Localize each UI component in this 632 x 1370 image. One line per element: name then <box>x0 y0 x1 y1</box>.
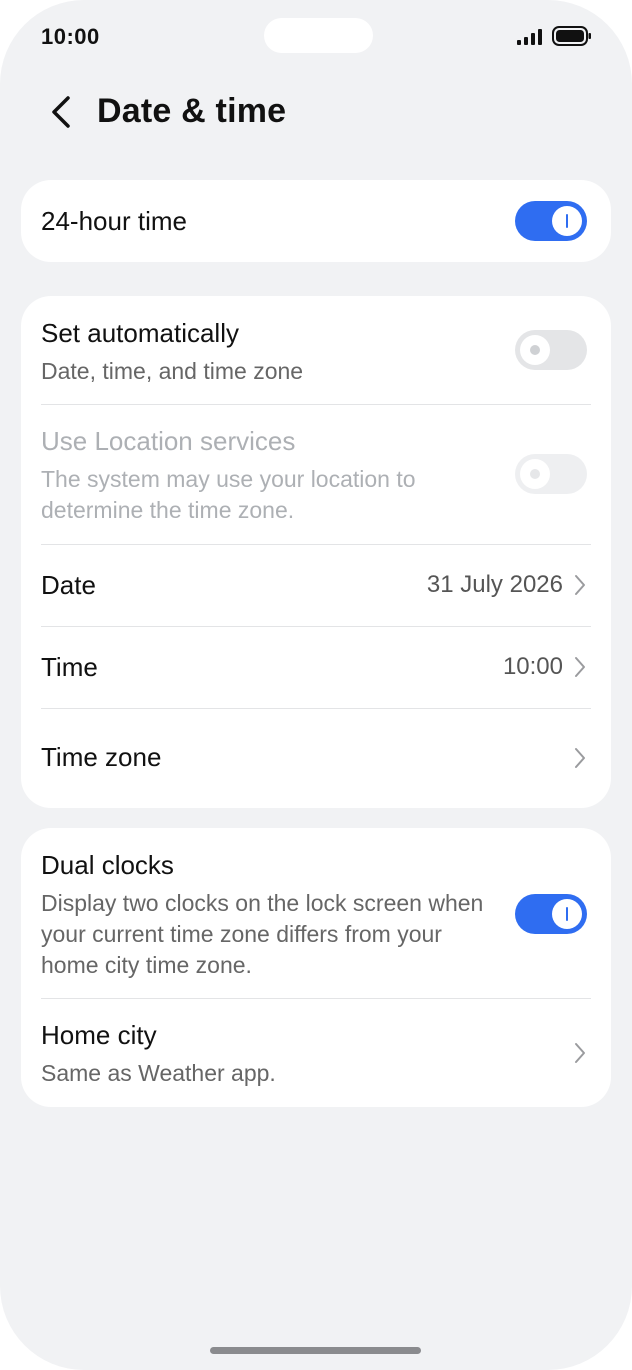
status-time: 10:00 <box>41 24 100 49</box>
chevron-right-icon <box>575 748 585 768</box>
setting-label: Time zone <box>41 742 162 772</box>
chevron-left-icon[interactable] <box>44 92 80 132</box>
setting-row-set-automatically[interactable]: Set automatically Date, time, and time z… <box>21 296 611 404</box>
setting-label: Dual clocks <box>41 850 174 880</box>
page-title: Date & time <box>97 92 287 130</box>
date-value: 31 July 2026 <box>426 571 563 598</box>
card-24-hour: 24-hour time <box>21 180 611 262</box>
toggle-knob <box>520 459 550 489</box>
setting-row-date[interactable]: Date 31 July 2026 <box>21 544 611 626</box>
setting-label: Use Location services <box>41 426 296 456</box>
toggle-24-hour-time[interactable] <box>515 201 587 241</box>
setting-label: Date <box>41 570 96 600</box>
setting-row-time[interactable]: Time 10:00 <box>21 626 611 708</box>
time-value: 10:00 <box>502 653 563 680</box>
setting-description: Date, time, and time zone <box>41 358 304 384</box>
chevron-right-icon <box>575 657 585 677</box>
setting-description: The system may use your location to dete… <box>41 466 416 523</box>
setting-description: Same as Weather app. <box>41 1060 276 1086</box>
battery-icon <box>552 26 591 46</box>
setting-label: Time <box>41 652 98 682</box>
home-indicator[interactable] <box>210 1347 421 1354</box>
toggle-knob <box>552 899 582 929</box>
chevron-right-icon <box>575 575 585 595</box>
setting-label: Home city <box>41 1020 157 1050</box>
card-date-time-settings: Set automatically Date, time, and time z… <box>21 296 611 808</box>
setting-label: 24-hour time <box>41 206 187 236</box>
setting-label: Set automatically <box>41 318 239 348</box>
camera-notch <box>264 18 373 53</box>
setting-row-use-location-services[interactable]: Use Location services The system may use… <box>21 404 611 544</box>
toggle-set-automatically[interactable] <box>515 330 587 370</box>
toggle-knob <box>552 206 582 236</box>
card-dual-clocks: Dual clocks Display two clocks on the lo… <box>21 828 611 1107</box>
phone-screen: 10:00 Date & time 24-hour time Set autom… <box>0 0 632 1370</box>
setting-row-dual-clocks[interactable]: Dual clocks Display two clocks on the lo… <box>21 828 611 998</box>
chevron-right-icon <box>575 1043 585 1063</box>
setting-row-home-city[interactable]: Home city Same as Weather app. <box>21 998 611 1107</box>
setting-row-time-zone[interactable]: Time zone <box>21 708 611 808</box>
toggle-dual-clocks[interactable] <box>515 894 587 934</box>
signal-icon <box>517 29 542 45</box>
toggle-use-location-services[interactable] <box>515 454 587 494</box>
setting-description: Display two clocks on the lock screen wh… <box>41 890 484 978</box>
setting-row-24-hour-time[interactable]: 24-hour time <box>21 180 611 262</box>
toggle-knob <box>520 335 550 365</box>
